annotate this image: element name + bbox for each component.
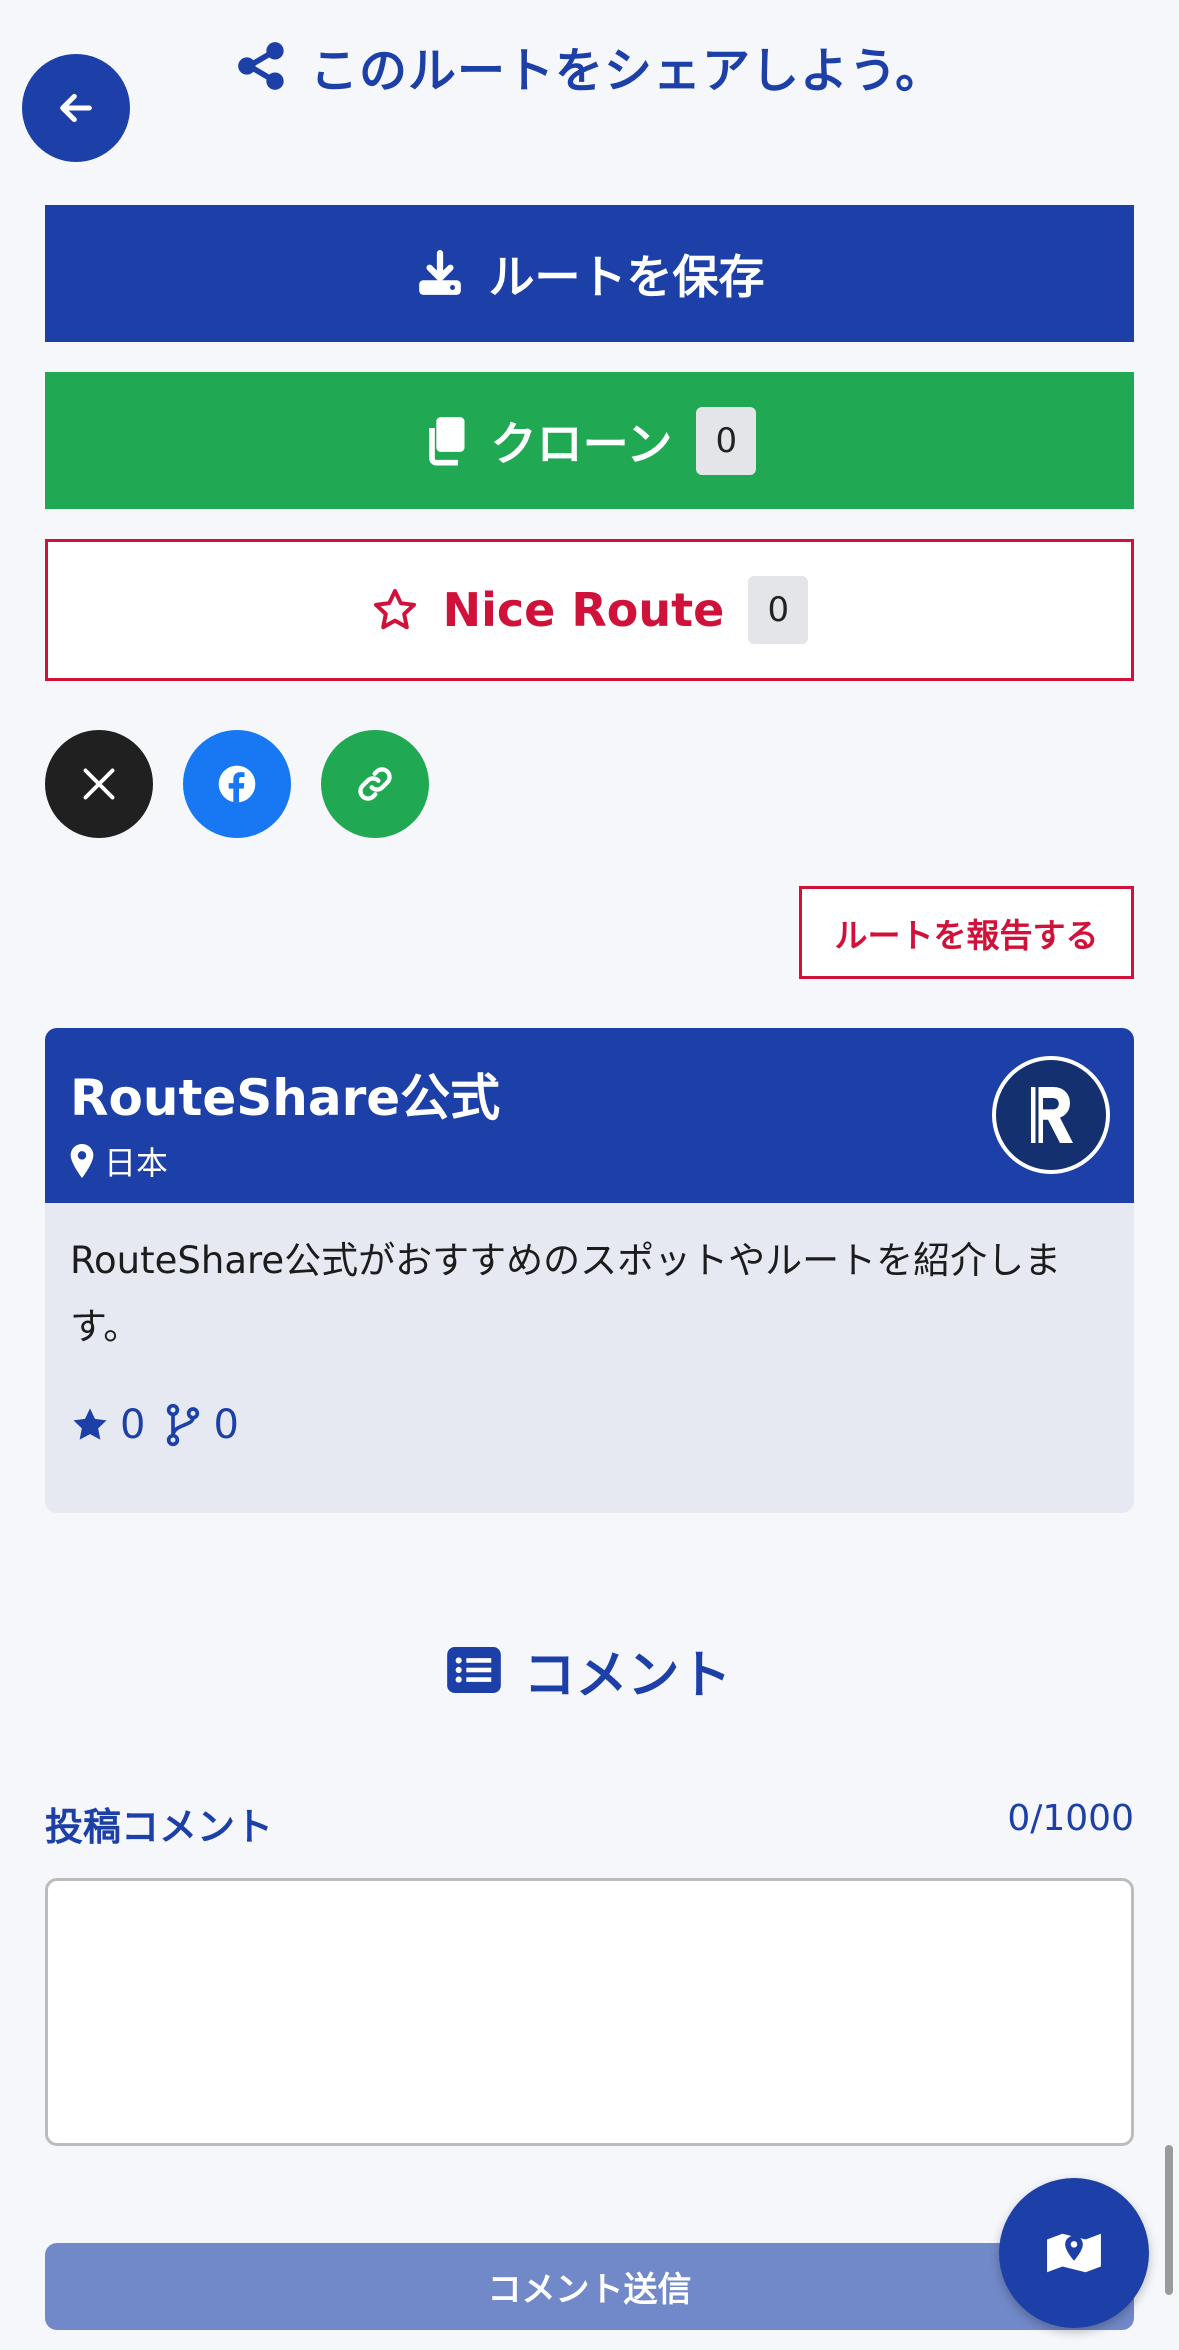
comment-field-label: 投稿コメント xyxy=(45,1805,274,1849)
star-icon xyxy=(73,1408,107,1440)
author-card[interactable]: RouteShare公式 日本 RouteShare公式がおすすめのスポットやル… xyxy=(45,1028,1134,1513)
author-description: RouteShare公式がおすすめのスポットやルートを紹介します。 xyxy=(70,1239,1062,1348)
report-route-button[interactable]: ルートを報告する xyxy=(799,886,1134,979)
report-route-label: ルートを報告する xyxy=(834,915,1099,955)
arrow-left-icon xyxy=(60,93,92,123)
author-location: 日本 xyxy=(70,1138,168,1184)
fork-icon xyxy=(167,1403,200,1447)
author-location-text: 日本 xyxy=(104,1144,169,1182)
link-icon xyxy=(358,767,392,801)
share-x-button[interactable] xyxy=(45,730,153,838)
map-pin-icon xyxy=(70,1144,94,1178)
avatar[interactable] xyxy=(992,1056,1110,1174)
submit-comment-button[interactable]: コメント送信 xyxy=(45,2243,1134,2330)
author-stars-count: 0 xyxy=(120,1402,146,1448)
routeshare-logo xyxy=(1031,1087,1073,1143)
comment-textarea[interactable] xyxy=(45,1878,1134,2146)
star-outline-icon xyxy=(373,589,416,630)
copy-icon xyxy=(428,416,465,465)
save-route-button[interactable]: ルートを保存 xyxy=(45,205,1134,342)
author-card-header: RouteShare公式 日本 xyxy=(45,1028,1134,1203)
author-name: RouteShare公式 xyxy=(70,1069,501,1127)
share-icon xyxy=(238,42,284,90)
copy-link-button[interactable] xyxy=(321,730,429,838)
share-title-text: このルートをシェアしよう。 xyxy=(310,43,945,99)
comment-char-counter: 0/1000 xyxy=(1007,1798,1134,1839)
nice-route-button[interactable]: Nice Route 0 xyxy=(45,539,1134,681)
submit-comment-label: コメント送信 xyxy=(487,2270,692,2310)
list-icon xyxy=(447,1647,502,1693)
author-forks-count: 0 xyxy=(213,1402,239,1448)
nice-count-badge: 0 xyxy=(748,576,809,644)
download-icon xyxy=(418,249,461,295)
map-icon xyxy=(1047,2233,1101,2273)
x-icon xyxy=(83,768,115,800)
clone-label: クローン xyxy=(490,416,673,471)
save-route-label: ルートを保存 xyxy=(488,249,765,304)
scrollbar[interactable] xyxy=(1165,2145,1173,2295)
author-stats: 0 0 xyxy=(70,1402,239,1448)
share-facebook-button[interactable] xyxy=(183,730,291,838)
map-fab-button[interactable] xyxy=(999,2178,1149,2328)
nice-route-label: Nice Route xyxy=(442,583,725,637)
comments-heading: コメント xyxy=(0,1630,1179,1710)
clone-button[interactable]: クローン 0 xyxy=(45,372,1134,509)
facebook-icon xyxy=(218,765,256,803)
back-button[interactable] xyxy=(22,54,130,162)
comments-heading-text: コメント xyxy=(523,1645,732,1706)
clone-count-badge: 0 xyxy=(696,406,757,475)
share-title: このルートをシェアしよう。 xyxy=(236,30,944,102)
